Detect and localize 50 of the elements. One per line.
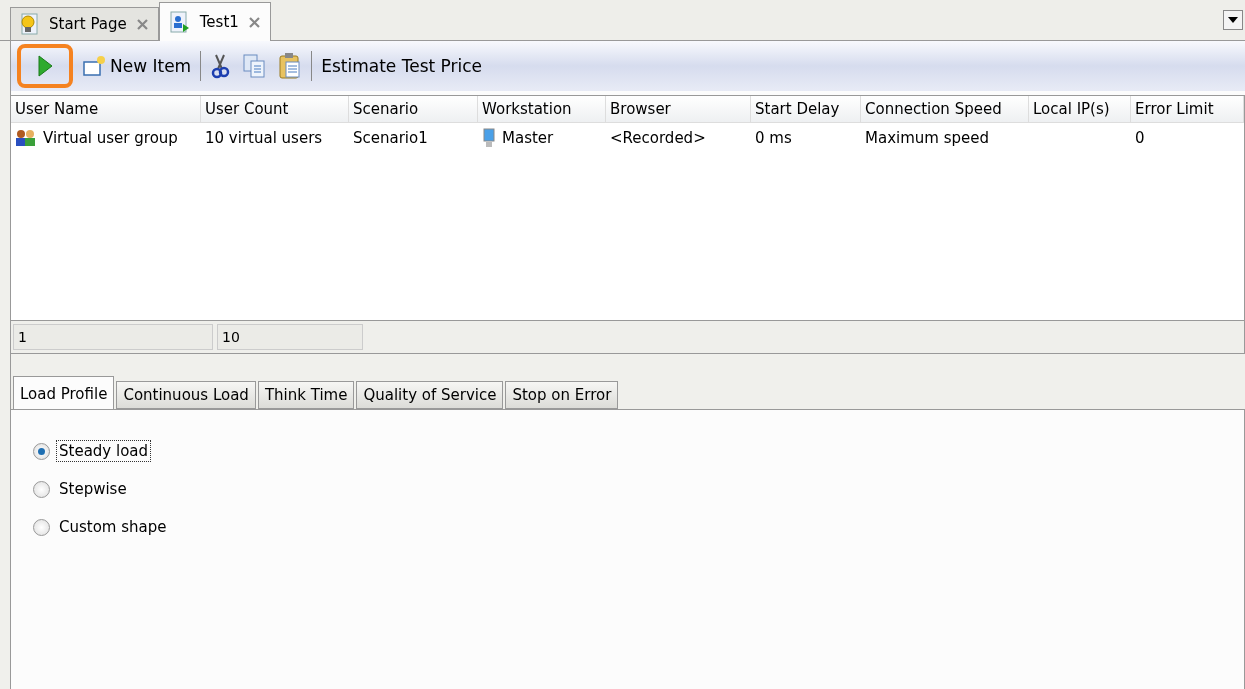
summary-cell: 10 [217, 324, 363, 350]
close-icon[interactable] [248, 16, 260, 28]
test-document-icon [167, 11, 190, 33]
lightbulb-icon [19, 13, 39, 35]
table-cell: Maximum speed [865, 129, 989, 147]
radio-label[interactable]: Stepwise [56, 478, 130, 500]
dropdown-button[interactable] [1223, 10, 1243, 30]
table-cell: Master [502, 129, 554, 147]
radio-label[interactable]: Custom shape [56, 516, 170, 538]
settings-tab[interactable]: Load Profile [13, 376, 115, 410]
close-icon[interactable] [136, 18, 148, 30]
play-icon [37, 55, 53, 77]
settings-tab[interactable]: Stop on Error [505, 381, 619, 409]
document-tab[interactable]: Test1 [158, 2, 271, 41]
tab-title: Test1 [199, 13, 239, 31]
radio-button[interactable] [33, 518, 50, 536]
run-button[interactable] [17, 44, 73, 88]
table-cell: 0 ms [755, 129, 792, 147]
settings-tab[interactable]: Continuous Load [116, 381, 256, 409]
table-cell: Virtual user group [43, 129, 178, 147]
table-cell: 0 [1135, 129, 1145, 147]
settings-tab[interactable]: Quality of Service [356, 381, 504, 409]
table-cell: <Recorded> [610, 129, 706, 147]
computer-icon [482, 128, 496, 148]
user-group-icon [15, 129, 37, 147]
radio-button[interactable] [33, 480, 50, 498]
settings-tab[interactable]: Think Time [257, 381, 355, 409]
clipboard-icon [278, 52, 303, 80]
column-header[interactable]: Start Delay [751, 96, 861, 123]
radio-button[interactable] [33, 442, 50, 460]
tab-title: Start Page [49, 15, 127, 33]
column-header[interactable]: Local IP(s) [1029, 96, 1131, 123]
copy-icon [242, 53, 267, 79]
table-cell: 10 virtual users [205, 129, 323, 147]
column-header[interactable]: Error Limit [1131, 96, 1244, 123]
caret-icon [1228, 17, 1238, 23]
radio-label[interactable]: Steady load [56, 440, 152, 462]
estimate-test-price-button[interactable]: Estimate Test Price [318, 49, 486, 83]
new-item-button[interactable]: New Item [79, 49, 195, 83]
new-item-icon [82, 55, 106, 77]
document-tab[interactable]: Start Page [10, 7, 159, 40]
column-header[interactable]: Workstation [478, 96, 606, 123]
column-header[interactable]: Browser [606, 96, 751, 123]
column-header[interactable]: Connection Speed [861, 96, 1029, 123]
summary-cell: 1 [13, 324, 213, 350]
column-header[interactable]: User Count [201, 96, 349, 123]
column-header[interactable]: Scenario [349, 96, 478, 123]
scissors-icon [210, 53, 231, 79]
table-cell: Scenario1 [353, 129, 428, 147]
column-header[interactable]: User Name [11, 96, 201, 123]
